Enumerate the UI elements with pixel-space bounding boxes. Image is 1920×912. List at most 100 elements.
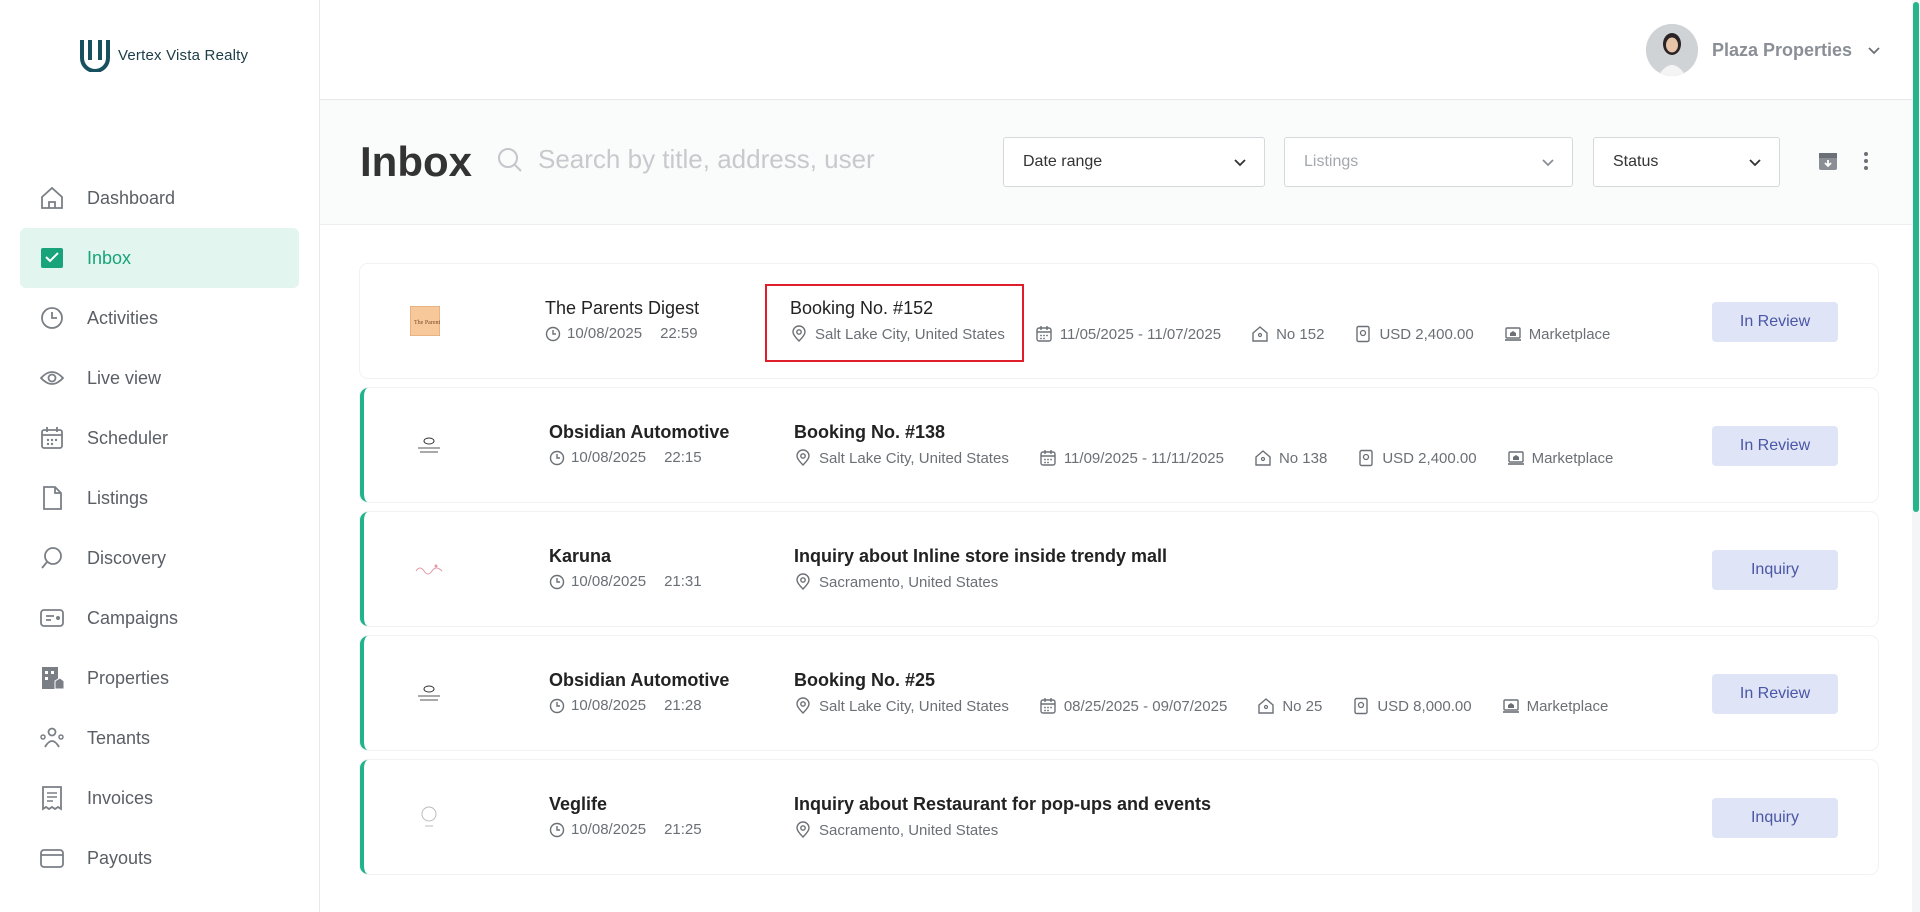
booking-dates: 11/05/2025 - 11/07/2025: [1059, 325, 1222, 343]
location-text: Salt Lake City, United States: [819, 449, 1009, 467]
sender-name: The Parents Digest: [545, 298, 700, 318]
location-text: Sacramento, United States: [819, 821, 999, 839]
booking-number-detail: No 152: [1251, 325, 1324, 343]
clock-icon: [549, 450, 565, 465]
booking-number: No 152: [1276, 325, 1325, 343]
sidebar-item-payouts[interactable]: Payouts: [20, 828, 299, 888]
location-detail: Salt Lake City, United States: [794, 449, 1009, 467]
message-card[interactable]: The Parents The Parents Digest 10/08/2025 2…: [360, 264, 1878, 378]
booking-number-detail: No 138: [1254, 449, 1327, 467]
subject-block: Booking No. #138 Salt Lake City, United S…: [794, 422, 1643, 467]
clock-icon: [549, 698, 565, 713]
channel-detail: Marketplace: [1507, 449, 1613, 467]
price-tag-icon: [1356, 325, 1371, 343]
sender-logo: The Parents: [410, 306, 440, 336]
sidebar-item-discovery[interactable]: Discovery: [20, 528, 299, 588]
sidebar-item-activities[interactable]: Activities: [20, 288, 299, 348]
chevron-down-icon: [1234, 159, 1246, 167]
sender-name: Obsidian Automotive: [549, 670, 730, 690]
message-card[interactable]: Veglife 10/08/2025 21:25 Inquiry about Rest…: [360, 760, 1878, 874]
sender-block: Karuna 10/08/2025 21:31: [549, 546, 702, 590]
brand-logo[interactable]: Vertex Vista Realty: [80, 38, 248, 72]
sidebar-item-label: Activities: [87, 307, 159, 328]
user-menu[interactable]: Plaza Properties: [1645, 24, 1882, 76]
location-detail: Salt Lake City, United States: [794, 697, 1009, 715]
subject-title[interactable]: Inquiry about Inline store inside trendy…: [794, 546, 1167, 567]
sidebar-item-tenants[interactable]: Tenants: [20, 708, 299, 768]
location-pin-icon: [796, 697, 810, 714]
sidebar-item-label: Inbox: [87, 247, 132, 268]
channel-detail: Marketplace: [1502, 697, 1608, 715]
location-text: Sacramento, United States: [819, 573, 999, 591]
sidebar-item-label: Listings: [87, 487, 149, 508]
subject-block: Booking No. #152 Salt Lake City, United S…: [790, 298, 1640, 343]
message-time: 22:15: [664, 449, 702, 466]
archive-icon[interactable]: [1817, 150, 1839, 172]
sender-block: The Parents Digest 10/08/2025 22:59: [545, 298, 699, 342]
status-badge[interactable]: In Review: [1712, 302, 1838, 342]
message-time: 21:28: [664, 697, 702, 714]
marketplace-icon: [1507, 451, 1524, 465]
amount-detail: USD 8,000.00: [1352, 697, 1472, 715]
date-range-label: Date range: [1023, 153, 1103, 170]
location-pin-icon: [796, 573, 810, 590]
sidebar-item-live-view[interactable]: Live view: [20, 348, 299, 408]
subject-title[interactable]: Inquiry about Restaurant for pop-ups and…: [794, 794, 1211, 815]
message-card[interactable]: Karuna 10/08/2025 21:31 Inquiry about Inlin…: [360, 512, 1878, 626]
listings-select[interactable]: Listings: [1284, 137, 1573, 187]
message-timestamp: 10/08/2025 22:15: [549, 449, 729, 466]
sidebar-item-scheduler[interactable]: Scheduler: [20, 408, 299, 468]
booking-number: No 138: [1278, 449, 1328, 467]
subject-block: Booking No. #25 Salt Lake City, United St…: [794, 670, 1638, 715]
sidebar-item-listings[interactable]: Listings: [20, 468, 299, 528]
sidebar-item-label: Scheduler: [87, 427, 169, 448]
status-badge[interactable]: Inquiry: [1712, 798, 1838, 838]
message-card[interactable]: Obsidian Automotive 10/08/2025 21:28 Bookin…: [360, 636, 1878, 750]
sidebar-item-campaigns[interactable]: Campaigns: [20, 588, 299, 648]
message-list: The Parents The Parents Digest 10/08/2025 2…: [360, 264, 1878, 884]
sidebar-item-dashboard[interactable]: Dashboard: [20, 168, 299, 228]
subject-title[interactable]: Booking No. #25: [794, 670, 1638, 691]
price-tag-icon: [1359, 449, 1374, 467]
brand-name: Vertex Vista Realty: [118, 46, 249, 64]
search-input[interactable]: [538, 144, 958, 175]
message-timestamp: 10/08/2025 21:28: [549, 697, 729, 714]
location-pin-icon: [796, 821, 810, 838]
sidebar-item-label: Discovery: [87, 547, 167, 568]
clock-icon: [549, 574, 565, 589]
subject-title[interactable]: Booking No. #138: [794, 422, 1643, 443]
status-badge[interactable]: Inquiry: [1712, 550, 1838, 590]
message-time: 21:25: [664, 821, 702, 838]
avatar: [1645, 24, 1698, 76]
sidebar-item-label: Invoices: [87, 787, 154, 808]
sender-logo: [414, 802, 444, 832]
eye-icon: [38, 364, 66, 392]
status-select[interactable]: Status: [1593, 137, 1780, 187]
location-text: Salt Lake City, United States: [819, 697, 1009, 715]
calendar-icon: [1036, 326, 1052, 342]
location-pin-icon: [796, 449, 810, 466]
date-range-select[interactable]: Date range: [1003, 137, 1265, 187]
subject-details: Salt Lake City, United States 11/05/2025 …: [790, 325, 1640, 343]
status-badge[interactable]: In Review: [1712, 674, 1838, 714]
more-vertical-icon[interactable]: [1855, 150, 1877, 172]
marketplace-icon: [1502, 699, 1519, 713]
sidebar-item-properties[interactable]: Properties: [20, 648, 299, 708]
scrollbar-thumb[interactable]: [1913, 2, 1919, 512]
subject-details: Salt Lake City, United States 08/25/2025 …: [794, 697, 1638, 715]
sidebar: Vertex Vista Realty Dashboard Inbox Activi…: [0, 0, 320, 912]
sidebar-item-inbox[interactable]: Inbox: [20, 228, 299, 288]
booking-amount: USD 2,400.00: [1379, 325, 1474, 343]
mail-check-icon: [38, 244, 66, 272]
dates-detail: 11/05/2025 - 11/07/2025: [1035, 325, 1221, 343]
status-badge[interactable]: In Review: [1712, 426, 1838, 466]
message-time: 22:59: [660, 325, 698, 342]
scrollbar[interactable]: [1912, 0, 1920, 912]
message-card[interactable]: Obsidian Automotive 10/08/2025 22:15 Bookin…: [360, 388, 1878, 502]
sender-name: Obsidian Automotive: [549, 422, 730, 442]
subject-title[interactable]: Booking No. #152: [790, 298, 1640, 319]
dates-detail: 08/25/2025 - 09/07/2025: [1039, 697, 1227, 715]
sidebar-item-invoices[interactable]: Invoices: [20, 768, 299, 828]
sender-block: Obsidian Automotive 10/08/2025 21:28: [549, 670, 729, 714]
message-timestamp: 10/08/2025 22:59: [545, 325, 699, 342]
